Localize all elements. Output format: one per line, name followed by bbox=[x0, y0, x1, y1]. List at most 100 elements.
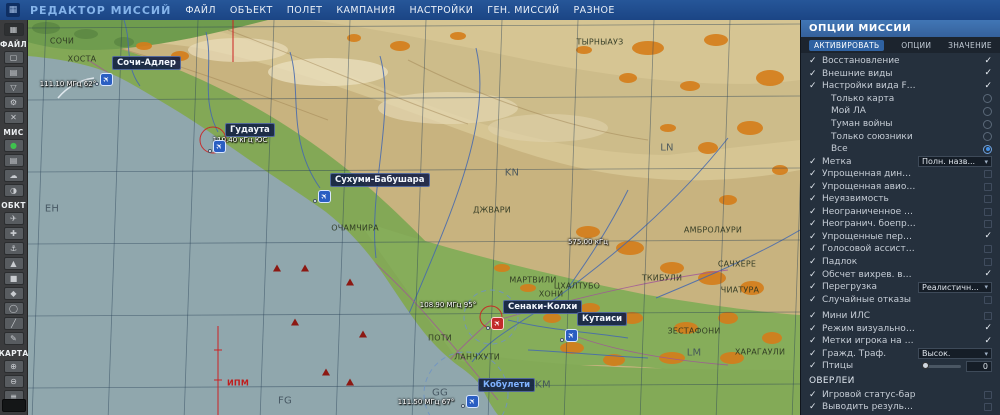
add-helicopter-icon[interactable]: ✚ bbox=[3, 227, 24, 240]
value-radio[interactable] bbox=[983, 94, 992, 104]
activate-checkbox[interactable]: ✓ bbox=[809, 257, 822, 267]
tab-activate[interactable]: АКТИВИРОВАТЬ bbox=[809, 39, 885, 51]
airfield-label[interactable]: Сенаки-Колхи bbox=[503, 300, 583, 314]
activate-checkbox[interactable]: ✓ bbox=[809, 295, 822, 305]
airfield-icon[interactable]: ✈ bbox=[213, 140, 226, 153]
activate-checkbox[interactable]: ✓ bbox=[809, 182, 822, 192]
tab-options[interactable]: ОПЦИИ bbox=[901, 41, 931, 50]
ship-group-marker[interactable] bbox=[291, 318, 299, 326]
activate-checkbox[interactable]: ✓ bbox=[809, 349, 822, 359]
value-checkbox[interactable]: ✓ bbox=[984, 324, 992, 333]
exit-icon[interactable]: ✕ bbox=[3, 111, 24, 124]
value-checkbox[interactable]: ✓ bbox=[984, 56, 992, 66]
menu-item-4[interactable]: НАСТРОЙКИ bbox=[409, 5, 473, 16]
zoom-out-icon[interactable]: ⊖ bbox=[3, 375, 24, 388]
ruler-icon[interactable]: ╱ bbox=[3, 317, 24, 330]
add-trigger-zone-icon[interactable]: ◯ bbox=[3, 302, 24, 315]
new-mission-icon[interactable]: ▢ bbox=[3, 51, 24, 64]
menu-item-6[interactable]: РАЗНОЕ bbox=[573, 5, 614, 16]
value-checkbox[interactable] bbox=[984, 245, 992, 254]
activate-checkbox[interactable]: ✓ bbox=[809, 270, 822, 280]
menu-item-3[interactable]: КАМПАНИЯ bbox=[336, 5, 395, 16]
activate-checkbox[interactable]: ✓ bbox=[809, 402, 822, 412]
fly-mission-icon[interactable]: ● bbox=[3, 139, 24, 152]
value-checkbox[interactable] bbox=[984, 170, 992, 179]
add-static-object-icon[interactable]: ■ bbox=[3, 272, 24, 285]
value-dropdown[interactable]: Высок. ▾ bbox=[918, 348, 992, 360]
value-checkbox[interactable] bbox=[984, 195, 992, 204]
activate-checkbox[interactable]: ✓ bbox=[809, 232, 822, 242]
activate-checkbox[interactable]: ✓ bbox=[809, 390, 822, 400]
ship-group-marker[interactable] bbox=[301, 264, 309, 272]
label-icon[interactable]: ✎ bbox=[3, 332, 24, 345]
activate-checkbox[interactable]: ✓ bbox=[809, 194, 822, 204]
value-radio[interactable] bbox=[983, 119, 992, 129]
airfield-icon[interactable]: ✈ bbox=[100, 73, 113, 86]
menu-item-5[interactable]: ГЕН. МИССИЙ bbox=[487, 5, 559, 16]
airfield-icon[interactable]: ✈ bbox=[565, 329, 578, 342]
menu-item-2[interactable]: ПОЛЕТ bbox=[287, 5, 323, 16]
weather-icon[interactable]: ☁ bbox=[3, 169, 24, 182]
add-template-icon[interactable]: ◆ bbox=[3, 287, 24, 300]
value-checkbox[interactable]: ✓ bbox=[984, 232, 992, 241]
value-checkbox[interactable]: ✓ bbox=[984, 69, 992, 78]
value-checkbox[interactable] bbox=[984, 403, 992, 412]
airfield-label[interactable]: Кобулети bbox=[478, 378, 536, 392]
airfield-icon[interactable]: ✈ bbox=[318, 190, 331, 203]
time-of-day-icon[interactable]: ◑ bbox=[3, 184, 24, 197]
briefing-icon[interactable]: ▤ bbox=[3, 154, 24, 167]
activate-checkbox[interactable]: ✓ bbox=[809, 56, 822, 66]
value-radio[interactable] bbox=[983, 144, 992, 154]
activate-checkbox[interactable]: ✓ bbox=[809, 219, 822, 229]
ship-group-marker[interactable] bbox=[346, 278, 354, 286]
activate-checkbox[interactable]: ✓ bbox=[809, 81, 822, 91]
value-checkbox[interactable]: ✓ bbox=[984, 336, 992, 346]
airfield-label[interactable]: Кутаиси bbox=[577, 312, 628, 326]
value-checkbox[interactable] bbox=[984, 207, 992, 216]
add-aircraft-icon[interactable]: ✈ bbox=[3, 212, 24, 225]
value-checkbox[interactable]: ✓ bbox=[984, 81, 992, 91]
value-slider[interactable] bbox=[922, 362, 961, 370]
value-checkbox[interactable] bbox=[984, 258, 992, 267]
map-canvas[interactable]: СОЧИ ХОСТА ТЫРНЫАУЗ LN KN ЕН ОЧАМЧИРА ДЖВАРИ АМБ… bbox=[28, 20, 800, 415]
airfield-label[interactable]: Сухуми-Бабушара bbox=[330, 173, 430, 187]
tab-value[interactable]: ЗНАЧЕНИЕ bbox=[948, 41, 992, 50]
value-checkbox[interactable] bbox=[984, 390, 992, 399]
airfield-icon[interactable]: ✈ bbox=[491, 317, 504, 330]
airfield-label[interactable]: Гудаута bbox=[225, 123, 275, 137]
value-checkbox[interactable] bbox=[984, 312, 992, 321]
value-checkbox[interactable] bbox=[984, 295, 992, 304]
activate-checkbox[interactable]: ✓ bbox=[809, 207, 822, 217]
sidebar-menu-icon[interactable]: ▦ bbox=[3, 23, 24, 36]
ship-group-marker[interactable] bbox=[273, 264, 281, 272]
activate-checkbox[interactable]: ✓ bbox=[809, 69, 822, 79]
value-dropdown[interactable]: Полн. назв... ▾ bbox=[918, 156, 992, 168]
value-checkbox[interactable]: ✓ bbox=[984, 270, 992, 279]
activate-checkbox[interactable]: ✓ bbox=[809, 336, 822, 346]
open-mission-icon[interactable]: ▤ bbox=[3, 66, 24, 79]
mission-settings-icon[interactable]: ⚙ bbox=[3, 96, 24, 109]
zoom-in-icon[interactable]: ⊕ bbox=[3, 360, 24, 373]
activate-checkbox[interactable]: ✓ bbox=[809, 324, 822, 334]
value-dropdown[interactable]: Реалистичн... ▾ bbox=[918, 281, 992, 293]
value-checkbox[interactable] bbox=[984, 182, 992, 191]
activate-checkbox[interactable]: ✓ bbox=[809, 169, 822, 179]
ship-group-marker[interactable] bbox=[322, 368, 330, 376]
app-logo-icon[interactable]: ▦ bbox=[6, 3, 20, 17]
add-ship-icon[interactable]: ⚓ bbox=[3, 242, 24, 255]
add-vehicle-icon[interactable]: ▲ bbox=[3, 257, 24, 270]
activate-checkbox[interactable]: ✓ bbox=[809, 311, 822, 321]
menu-item-1[interactable]: ОБЪЕКТ bbox=[230, 5, 273, 16]
activate-checkbox[interactable]: ✓ bbox=[809, 361, 822, 371]
value-radio[interactable] bbox=[983, 132, 992, 142]
save-mission-icon[interactable]: ▽ bbox=[3, 81, 24, 94]
value-radio[interactable] bbox=[983, 106, 992, 116]
ship-group-marker[interactable] bbox=[346, 378, 354, 386]
menu-item-0[interactable]: ФАЙЛ bbox=[185, 5, 216, 16]
value-checkbox[interactable] bbox=[984, 220, 992, 229]
airfield-icon[interactable]: ✈ bbox=[466, 395, 479, 408]
activate-checkbox[interactable]: ✓ bbox=[809, 282, 822, 292]
activate-checkbox[interactable]: ✓ bbox=[809, 244, 822, 254]
airfield-label[interactable]: Сочи-Адлер bbox=[112, 56, 181, 70]
ship-group-marker[interactable] bbox=[359, 330, 367, 338]
